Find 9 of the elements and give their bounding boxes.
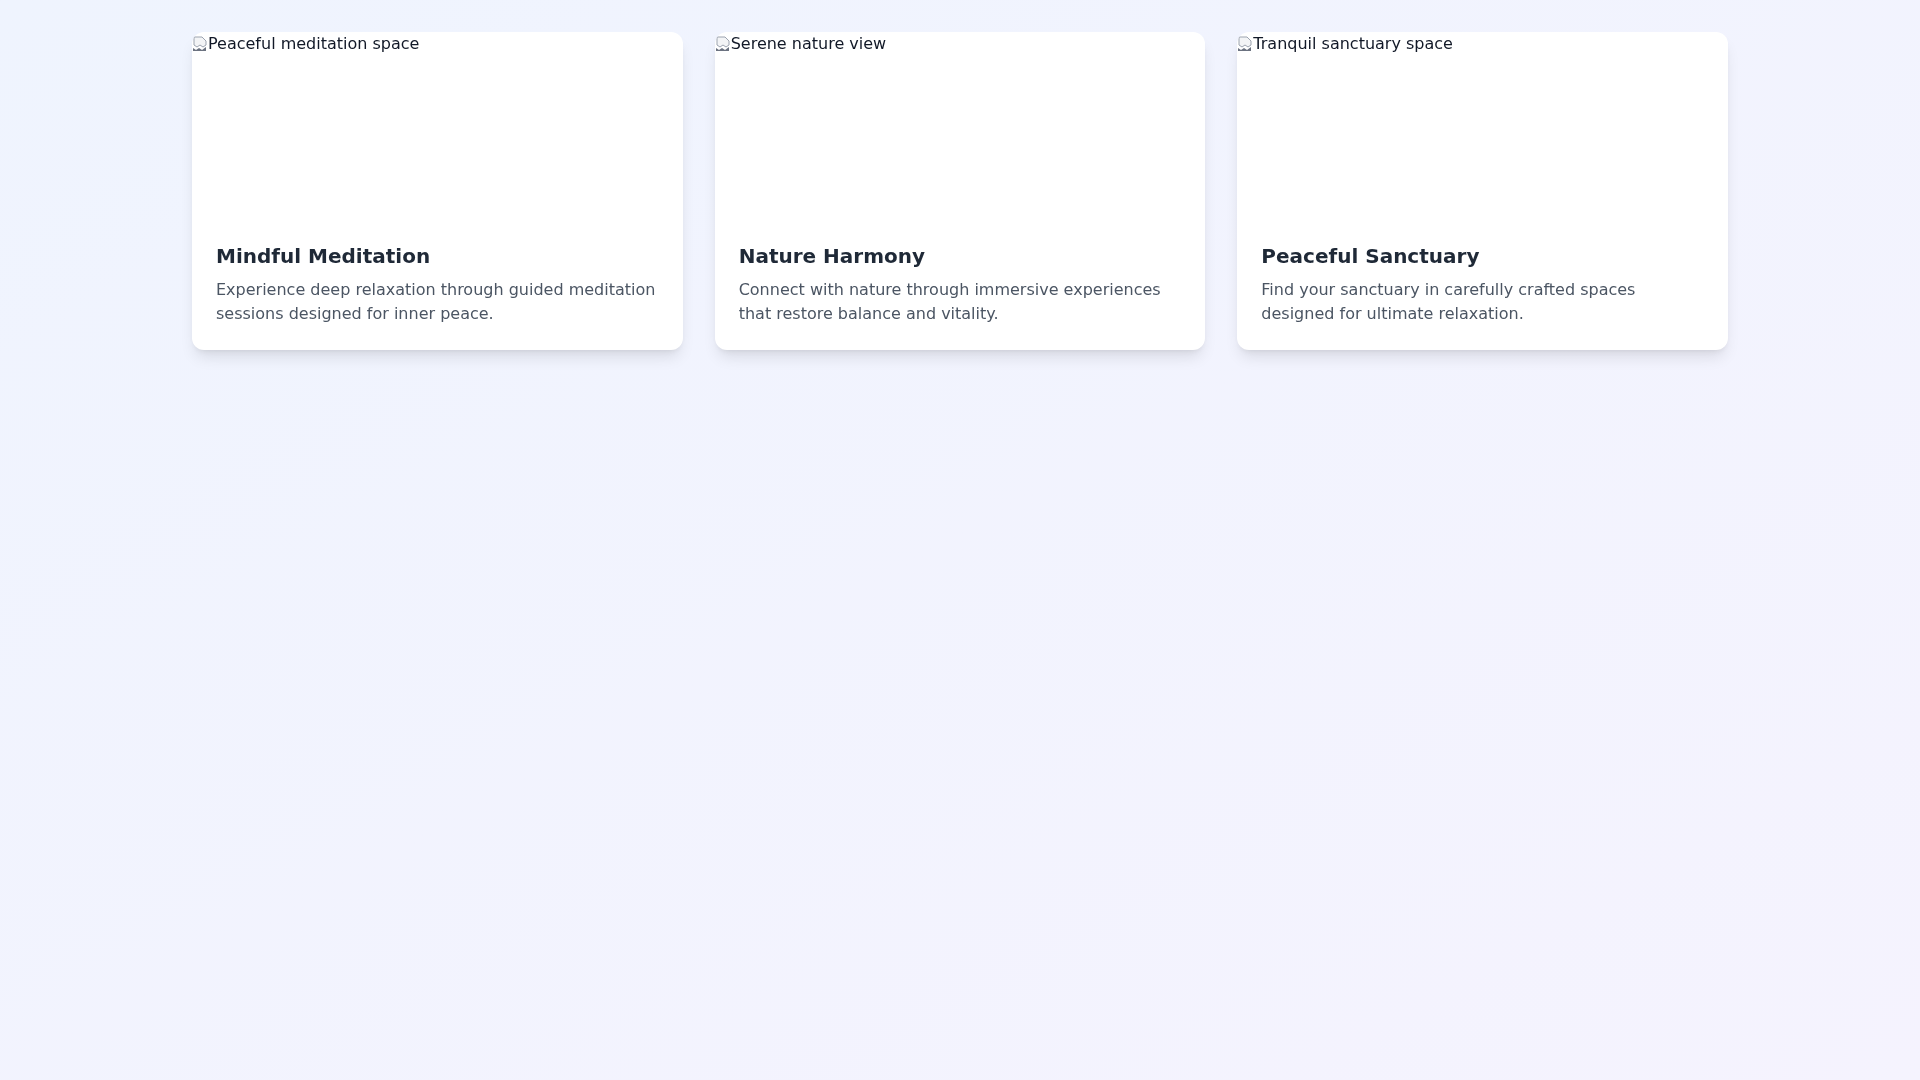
card-title: Mindful Meditation xyxy=(216,243,432,270)
card-title: Peaceful Sanctuary xyxy=(1261,243,1481,270)
card-description: Find your sanctuary in carefully crafted spaces designed for ultimate relaxation. xyxy=(1261,279,1637,325)
card-description: Experience deep relaxation through guided meditation sessions designed for inner peace. xyxy=(216,279,657,325)
image-alt-text: Peaceful meditation space xyxy=(208,33,420,55)
image-alt-text: Tranquil sanctuary space xyxy=(1253,33,1453,55)
card-description: Connect with nature through immersive experiences that restore balance and vitality. xyxy=(738,279,1162,325)
image-alt-text: Serene nature view xyxy=(730,33,887,55)
card-title: Nature Harmony xyxy=(738,243,927,270)
